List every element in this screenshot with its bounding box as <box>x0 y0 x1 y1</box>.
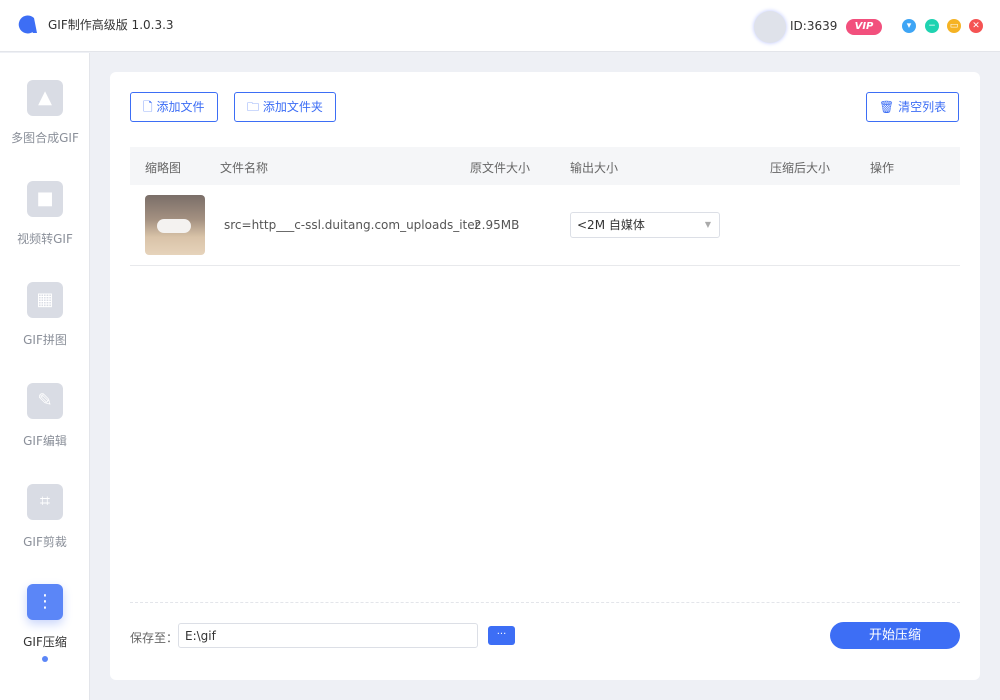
sidebar-item-label: 多图合成GIF <box>11 131 79 145</box>
sidebar-item-multi-image-gif[interactable]: ▲ 多图合成GIF <box>0 80 90 170</box>
header-actions: 操作 <box>870 161 895 175</box>
sidebar-item-gif-edit[interactable]: ✎ GIF编辑 <box>0 383 90 473</box>
sidebar-item-label: GIF剪裁 <box>23 535 67 549</box>
sidebar-item-gif-crop[interactable]: ⌗ GIF剪裁 <box>0 484 90 574</box>
save-path-input[interactable] <box>178 623 478 648</box>
add-folder-label: 添加文件夹 <box>262 100 323 114</box>
original-size: 2.95MB <box>474 218 520 232</box>
image-icon: ▲ <box>27 80 63 116</box>
app-logo-icon <box>18 15 37 34</box>
add-folder-icon: 🗀 <box>247 100 260 114</box>
output-size-select[interactable]: <2M 自媒体 ▼ <box>570 212 720 238</box>
minimize-icon[interactable]: − <box>925 19 939 33</box>
save-to-label: 保存至： <box>130 631 179 645</box>
zip-icon: ⋮ <box>27 584 63 620</box>
divider <box>130 602 960 603</box>
active-indicator <box>42 656 48 662</box>
header-thumbnail: 缩略图 <box>145 161 182 175</box>
add-file-icon: 🗋 <box>143 100 153 114</box>
close-icon[interactable]: ✕ <box>969 19 983 33</box>
add-file-button[interactable]: 🗋 添加文件 <box>130 92 218 122</box>
clear-list-button[interactable]: 🗑 清空列表 <box>866 92 960 122</box>
video-icon: ■ <box>27 181 63 217</box>
trash-icon: 🗑 <box>879 100 895 114</box>
app-title: GIF制作高级版 1.0.3.3 <box>48 18 174 32</box>
output-size-value: <2M 自媒体 <box>577 218 645 232</box>
sidebar-item-gif-compress[interactable]: ⋮ GIF压缩 <box>0 584 90 674</box>
main-panel: 🗋 添加文件 🗀 添加文件夹 🗑 清空列表 缩略图 文件名称 原文件大小 输出大… <box>110 72 980 680</box>
header-output-size: 输出大小 <box>570 161 619 175</box>
maximize-icon[interactable]: ▭ <box>947 19 961 33</box>
add-folder-button[interactable]: 🗀 添加文件夹 <box>234 92 336 122</box>
sidebar-item-label: GIF压缩 <box>23 635 67 649</box>
header-original-size: 原文件大小 <box>470 161 531 175</box>
chevron-down-icon: ▼ <box>704 220 711 229</box>
user-id: ID:3639 <box>790 19 838 33</box>
header-compressed-size: 压缩后大小 <box>770 161 831 175</box>
clear-list-label: 清空列表 <box>898 100 947 114</box>
table-header: 缩略图 文件名称 原文件大小 输出大小 压缩后大小 操作 <box>130 147 960 185</box>
menu-icon[interactable]: ▾ <box>902 19 916 33</box>
sidebar: ▲ 多图合成GIF ■ 视频转GIF ▦ GIF拼图 ✎ GIF编辑 ⌗ GIF剪裁 ⋮ G… <box>0 53 90 700</box>
sidebar-item-gif-collage[interactable]: ▦ GIF拼图 <box>0 282 90 372</box>
sidebar-item-label: GIF拼图 <box>23 333 67 347</box>
start-compress-button[interactable]: 开始压缩 <box>830 622 960 649</box>
header-filename: 文件名称 <box>220 161 269 175</box>
crop-icon: ⌗ <box>27 484 63 520</box>
sidebar-item-label: 视频转GIF <box>17 232 73 246</box>
pencil-icon: ✎ <box>27 383 63 419</box>
browse-button[interactable]: ··· <box>488 626 515 645</box>
sidebar-item-video-to-gif[interactable]: ■ 视频转GIF <box>0 181 90 271</box>
title-bar: GIF制作高级版 1.0.3.3 ID:3639 VIP ▾ − ▭ ✕ <box>0 0 1000 52</box>
thumbnail-image <box>145 195 205 255</box>
avatar[interactable] <box>754 11 786 43</box>
add-file-label: 添加文件 <box>156 100 205 114</box>
file-name: src=http___c-ssl.duitang.com_uploads_ite… <box>224 218 480 232</box>
table-row: src=http___c-ssl.duitang.com_uploads_ite… <box>130 185 960 266</box>
collage-icon: ▦ <box>27 282 63 318</box>
vip-badge[interactable]: VIP <box>846 19 882 35</box>
sidebar-item-label: GIF编辑 <box>23 434 67 448</box>
